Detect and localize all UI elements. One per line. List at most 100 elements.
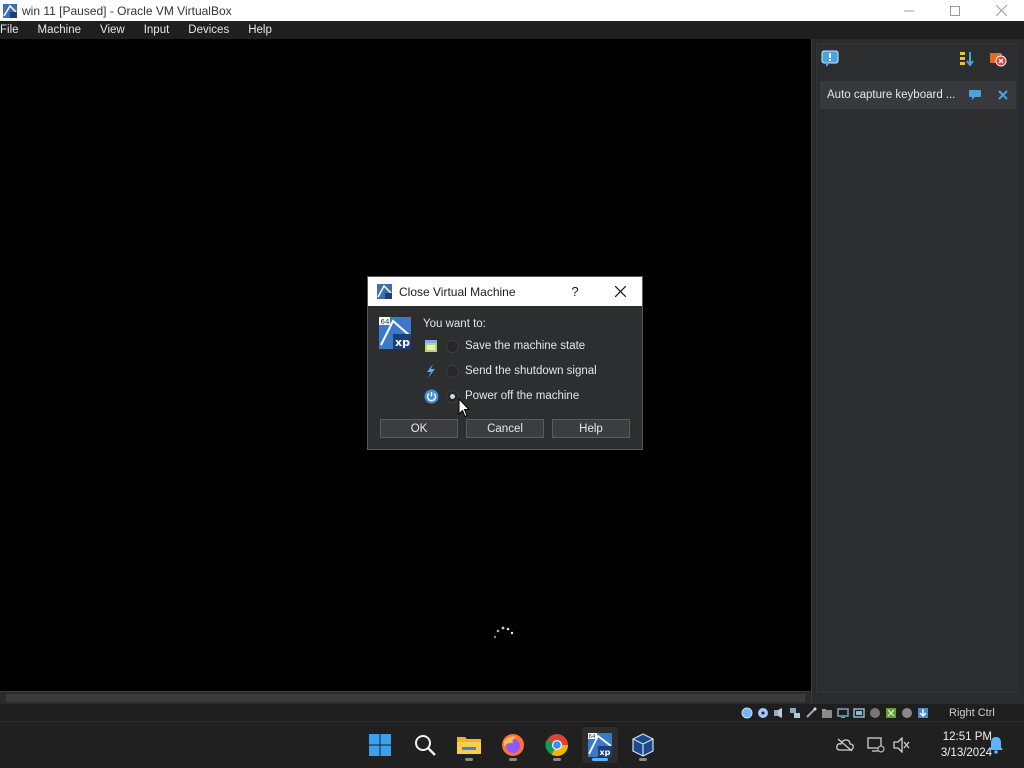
clock-date: 3/13/2024 [940,747,992,759]
notification-item: Auto capture keyboard ... [820,81,1016,109]
option-power-off[interactable]: Power off the machine [423,386,579,406]
horizontal-scrollbar[interactable] [0,691,811,704]
menu-bar: File Machine View Input Devices Help [0,21,1024,39]
taskbar-chrome[interactable] [539,727,575,763]
network-tray-button[interactable] [866,735,886,755]
volume-muted-icon [893,737,910,753]
vm-os-logo-icon: 64 xp [379,317,411,349]
search-button[interactable] [407,727,443,763]
file-explorer-icon [457,737,481,754]
mouse-integration-status-icon[interactable] [900,706,914,719]
running-indicator [639,758,647,761]
dialog-close-button[interactable] [608,277,632,306]
start-button[interactable] [362,727,398,763]
window-titlebar: win 11 [Paused] - Oracle VM VirtualBox [0,0,1024,21]
cancel-button[interactable]: Cancel [466,419,544,438]
virtualbox-vm-icon: 64 xp [588,733,612,757]
optical-drive-status-icon[interactable] [756,706,770,719]
dismiss-notification-button[interactable] [996,88,1010,102]
dialog-title: Close Virtual Machine [399,284,516,299]
clear-all-icon [990,53,1007,67]
loading-spinner-icon [493,626,514,639]
mouse-cursor-icon [458,398,470,418]
chrome-icon [545,734,568,756]
sort-icon [960,52,974,67]
keyboard-capture-status-icon[interactable] [916,706,930,719]
scrollbar-thumb[interactable] [6,694,805,702]
notification-center-button[interactable] [820,49,840,69]
bell-icon [989,737,1003,754]
recording-status-icon[interactable] [868,706,882,719]
sort-notifications-button[interactable] [957,49,977,69]
taskbar-virtualbox[interactable] [625,727,661,763]
dialog-prompt: You want to: [423,318,486,330]
panel-body [816,43,1018,693]
save-state-icon [423,338,439,354]
running-indicator [509,758,517,761]
cloud-offline-icon [836,738,854,752]
host-key-label: Right Ctrl [949,707,995,719]
active-indicator [592,758,608,761]
taskbar-file-explorer[interactable] [451,727,487,763]
menu-view[interactable]: View [90,21,134,39]
taskbar-firefox[interactable] [495,727,531,763]
help-button[interactable]: Help [552,419,630,438]
clear-notifications-button[interactable] [988,49,1008,69]
usb-status-icon[interactable] [804,706,818,719]
system-clock[interactable]: 12:51 PM 3/13/2024 [918,729,992,761]
option-save-state[interactable]: Save the machine state [423,336,585,356]
status-bar: Right Ctrl [0,704,1024,721]
audio-status-icon[interactable] [772,706,786,719]
network-status-icon[interactable] [788,706,802,719]
start-icon [369,734,391,756]
radio-save-state[interactable] [446,339,459,353]
dialog-help-button[interactable]: ? [566,277,584,306]
virtualization-status-icon[interactable] [884,706,898,719]
minimize-icon [904,10,914,11]
taskbar-virtualbox-vm[interactable]: 64 xp [582,727,618,763]
volume-tray-button[interactable] [892,735,912,755]
shared-folders-status-icon[interactable] [820,706,834,719]
maximize-button[interactable] [932,0,978,21]
running-indicator [553,758,561,761]
display-status-icon[interactable] [836,706,850,719]
notification-center-panel: Auto capture keyboard ... [811,39,1024,704]
virtualbox-vm-icon [376,283,393,300]
svg-text:64: 64 [381,318,390,326]
onedrive-tray-button[interactable] [835,735,855,755]
maximize-icon [950,5,960,16]
close-icon [998,90,1008,100]
close-icon [995,5,1007,16]
notifications-tray-button[interactable] [986,735,1006,755]
virtualbox-vm-icon [2,3,18,19]
ok-button[interactable]: OK [380,419,458,438]
menu-input[interactable]: Input [134,21,179,39]
network-icon [867,737,885,753]
close-icon [614,286,626,297]
firefox-icon [502,734,524,756]
option-shutdown-signal-label: Send the shutdown signal [465,365,597,377]
status-icons [740,706,930,719]
window-title: win 11 [Paused] - Oracle VM VirtualBox [22,3,232,18]
menu-devices[interactable]: Devices [178,21,238,39]
option-power-off-label: Power off the machine [465,390,580,402]
power-icon [423,388,439,404]
keyboard-capture-icon [969,90,981,100]
svg-text:xp: xp [600,748,611,757]
menu-machine[interactable]: Machine [28,21,90,39]
close-vm-dialog: Close Virtual Machine ? 64 xp You want t… [367,276,643,450]
option-save-state-label: Save the machine state [465,340,586,352]
notification-toggle-button[interactable] [968,88,982,102]
taskbar: 64 xp 12:51 PM 3/13/2024 [0,721,1024,768]
hard-disk-status-icon[interactable] [740,706,754,719]
search-icon [415,735,436,756]
menu-file[interactable]: File [0,21,28,39]
close-window-button[interactable] [978,0,1024,21]
svg-text:64: 64 [589,734,596,740]
minimize-button[interactable] [886,0,932,21]
menu-help[interactable]: Help [238,21,281,39]
radio-shutdown-signal[interactable] [446,364,459,378]
notification-text: Auto capture keyboard ... [827,89,956,101]
video-capture-status-icon[interactable] [852,706,866,719]
option-shutdown-signal[interactable]: Send the shutdown signal [423,361,597,381]
